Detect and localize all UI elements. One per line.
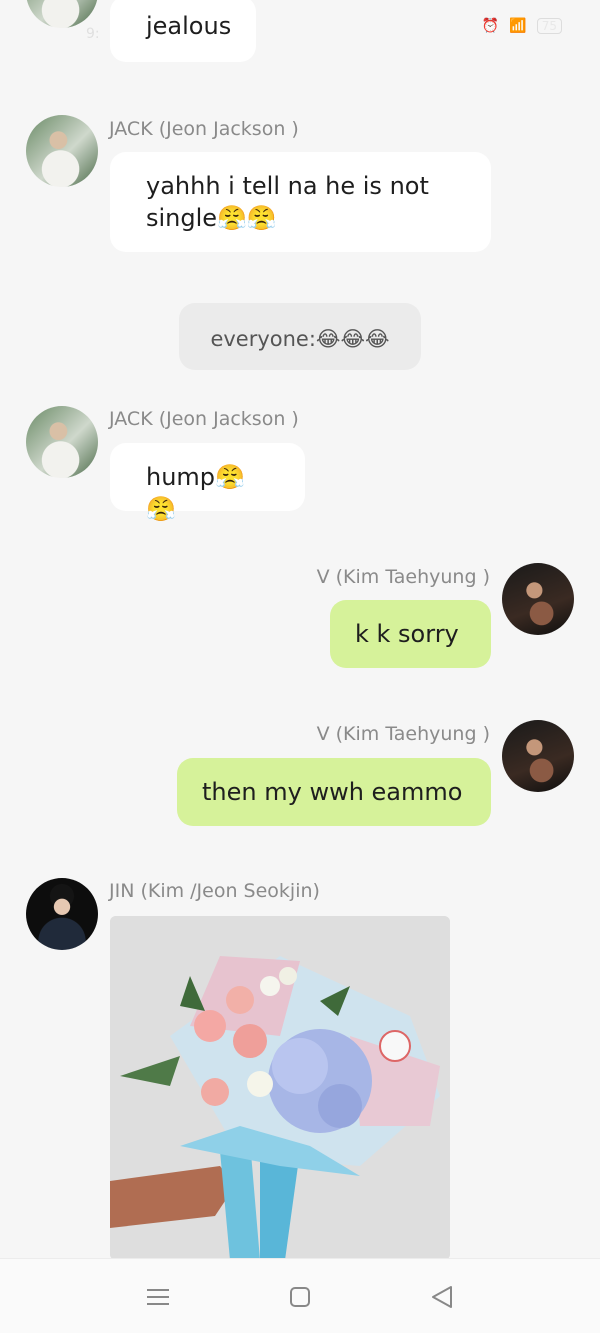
avatar-jack-top[interactable] bbox=[26, 0, 98, 28]
avatar-jack[interactable] bbox=[26, 115, 98, 187]
message-bubble: hump😤😤 bbox=[110, 443, 305, 523]
system-nav-bar bbox=[0, 1258, 600, 1333]
avatar-v[interactable] bbox=[502, 720, 574, 792]
sender-name: JIN (Kim /Jeon Seokjin) bbox=[109, 880, 320, 902]
message-bubble: yahhh i tell na he is not single😤😤 bbox=[110, 152, 491, 252]
battery-indicator: 75 bbox=[536, 18, 562, 34]
wifi-icon: 📶 bbox=[509, 18, 527, 34]
sender-name: V (Kim Taehyung ) bbox=[316, 566, 490, 588]
message-bubble: then my wwh eammo bbox=[177, 758, 491, 826]
message-bubble: jealous bbox=[110, 0, 256, 62]
avatar-jack[interactable] bbox=[26, 406, 98, 478]
menu-icon[interactable] bbox=[144, 1283, 172, 1311]
alarm-icon: ⏰ bbox=[481, 18, 500, 34]
sender-name: JACK (Jeon Jackson ) bbox=[109, 118, 299, 140]
avatar-jin[interactable] bbox=[26, 878, 98, 950]
image-message[interactable] bbox=[110, 916, 450, 1260]
message-bubble: k k sorry bbox=[330, 600, 491, 668]
back-icon[interactable] bbox=[428, 1283, 456, 1311]
sender-name: V (Kim Taehyung ) bbox=[316, 723, 490, 745]
home-icon[interactable] bbox=[286, 1283, 314, 1311]
system-message: everyone:😂😂😂 bbox=[179, 303, 421, 370]
avatar-v[interactable] bbox=[502, 563, 574, 635]
status-bar: ⏰ 📶 75 bbox=[482, 18, 562, 34]
bouquet-photo bbox=[110, 916, 450, 1260]
sender-name: JACK (Jeon Jackson ) bbox=[109, 408, 299, 430]
status-time: 9: bbox=[86, 26, 100, 42]
